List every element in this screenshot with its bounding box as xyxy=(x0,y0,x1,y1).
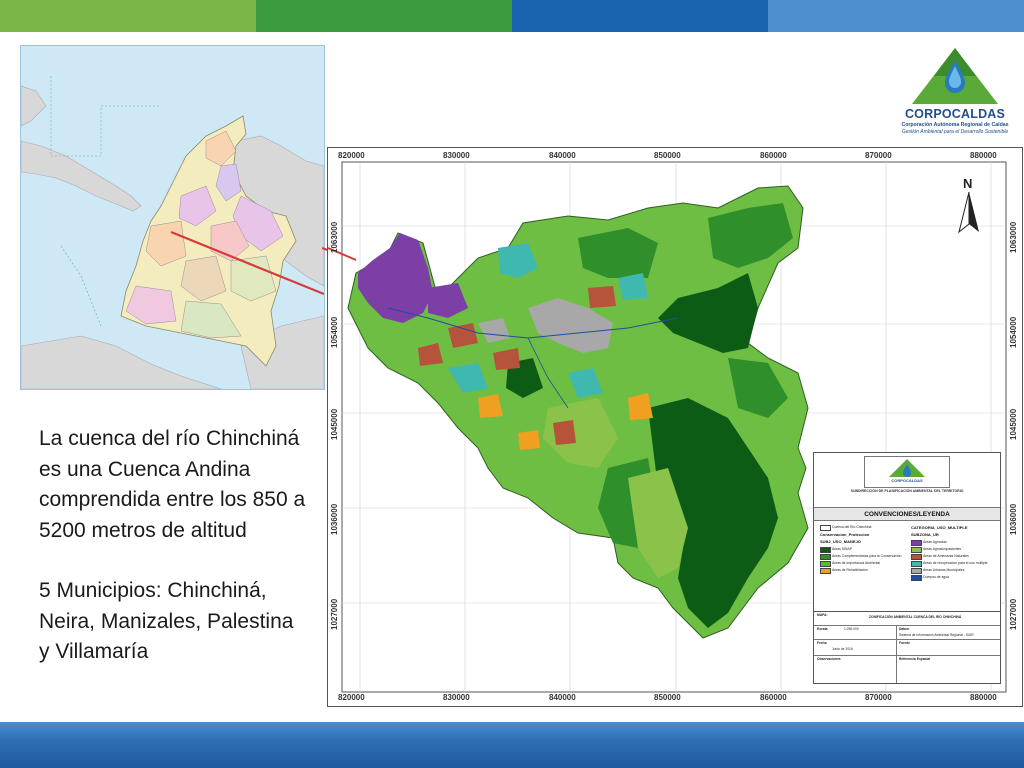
legend-right-item-swatch xyxy=(911,547,922,553)
top-bar-segment-2 xyxy=(256,0,512,32)
y-tick-left-2: 1054000 xyxy=(330,316,339,348)
y-tick-left-1: 1063000 xyxy=(330,221,339,253)
locator-map-graphic xyxy=(21,46,324,389)
tb-divider xyxy=(896,625,897,683)
tb-line-3 xyxy=(814,655,1000,656)
tb-fecha-value: Junio de 2016 xyxy=(832,647,853,651)
legend-right-item-label: Áreas Agrícolas xyxy=(923,540,947,544)
tb-escala-label: Escala xyxy=(817,627,828,631)
top-bar-segment-4 xyxy=(768,0,1024,32)
legend-left-heading-2: SUB2_USO_MANEJO xyxy=(820,539,861,544)
legend-right-item-swatch xyxy=(911,554,922,560)
map-legend: CORPOCALDAS SUBDIRECCIÓN DE PLANIFICACIÓ… xyxy=(813,452,1001,684)
tb-mapa-value: ZONIFICACIÓN AMBIENTAL CUENCA DEL RÍO CH… xyxy=(869,615,962,619)
tb-mapa-label: MAPA: xyxy=(817,613,828,617)
x-tick-bottom-6: 870000 xyxy=(865,693,892,702)
x-tick-bottom-4: 850000 xyxy=(654,693,681,702)
x-tick-top-2: 830000 xyxy=(443,151,470,160)
tb-escala-value: 1:250.000 xyxy=(844,627,859,631)
top-color-bar xyxy=(0,0,1024,32)
legend-left-item-label: Áreas Complementarias para la Conservaci… xyxy=(832,554,902,558)
tb-fuente-label: Fuente xyxy=(899,641,910,645)
x-tick-top-6: 870000 xyxy=(865,151,892,160)
legend-right-item-label: Áreas Urbanas Municipales xyxy=(923,568,965,572)
bottom-color-bar xyxy=(0,722,1024,768)
y-tick-right-3: 1045000 xyxy=(1009,408,1018,440)
legend-right-item-swatch xyxy=(911,575,922,581)
x-tick-bottom-7: 880000 xyxy=(970,693,997,702)
tb-datum-value: Sistema de Información Ambiental Regiona… xyxy=(899,633,974,637)
legend-right-item-label: Áreas Agrosilvopastoriles xyxy=(923,547,962,551)
basin-description: La cuenca del río Chinchiná es una Cuenc… xyxy=(39,424,309,668)
legend-left-item-swatch xyxy=(820,554,831,560)
tb-line-1 xyxy=(814,625,1000,626)
x-tick-top-3: 840000 xyxy=(549,151,576,160)
corpocaldas-logo: CORPOCALDAS Corporación Autónoma Regiona… xyxy=(898,44,1012,140)
north-arrow-icon xyxy=(958,192,979,234)
logo-name: CORPOCALDAS xyxy=(904,107,1006,121)
x-tick-bottom-1: 820000 xyxy=(338,693,365,702)
legend-right-item-label: Cuerpos de agua xyxy=(923,575,950,579)
y-tick-left-5: 1027000 xyxy=(330,598,339,630)
legend-right-heading-2: SUBZONA_UR xyxy=(911,532,939,537)
legend-logo-text: CORPOCALDAS xyxy=(891,478,923,483)
legend-logo-icon xyxy=(889,459,925,477)
legend-boundary-label: Cuenca del Río Chinchiná xyxy=(832,525,872,529)
legend-left-item-label: Áreas de Rehabilitación xyxy=(832,568,868,572)
top-bar-segment-3 xyxy=(512,0,768,32)
legend-right-item-swatch xyxy=(911,568,922,574)
x-tick-top-7: 880000 xyxy=(970,151,997,160)
legend-left-item-label: Áreas de Importancia Ambiental xyxy=(832,561,881,565)
y-tick-left-4: 1036000 xyxy=(330,503,339,535)
legend-right-heading-1: CATEGORIA_USO_MULTIPLE xyxy=(911,525,968,530)
x-tick-top-4: 850000 xyxy=(654,151,681,160)
logo-mountain-drop-icon xyxy=(912,48,998,104)
x-tick-top-1: 820000 xyxy=(338,151,365,160)
y-tick-right-1: 1063000 xyxy=(1009,221,1018,253)
y-tick-left-3: 1045000 xyxy=(330,408,339,440)
logo-tagline: Gestión Ambiental para el Desarrollo Sos… xyxy=(901,129,1009,135)
x-tick-bottom-2: 830000 xyxy=(443,693,470,702)
x-tick-bottom-5: 860000 xyxy=(760,693,787,702)
legend-title: CONVENCIONES/LEYENDA xyxy=(864,511,950,518)
top-bar-segment-1 xyxy=(0,0,256,32)
logo-subtitle: Corporación Autónoma Regional de Caldas xyxy=(901,122,1009,128)
basin-altitude-text: La cuenca del río Chinchiná es una Cuenc… xyxy=(39,427,306,542)
y-tick-right-4: 1036000 xyxy=(1009,503,1018,535)
tb-fecha-label: Fecha xyxy=(817,641,827,645)
x-tick-top-5: 860000 xyxy=(760,151,787,160)
y-tick-right-2: 1054000 xyxy=(1009,316,1018,348)
tb-referencia-label: Referencia Espacial xyxy=(899,657,931,661)
tb-observaciones-label: Observaciones xyxy=(817,657,841,661)
legend-right-item-swatch xyxy=(911,561,922,567)
legend-right-item-swatch xyxy=(911,540,922,546)
legend-left-item-swatch xyxy=(820,568,831,574)
legend-subheading: SUBDIRECCIÓN DE PLANIFICACIÓN AMBIENTAL … xyxy=(850,489,964,493)
north-arrow: N xyxy=(957,176,981,236)
tb-datum-label: Datum xyxy=(899,627,910,631)
legend-right-item-label: Áreas de recuperación para el uso múltip… xyxy=(923,561,988,565)
north-label: N xyxy=(963,176,973,191)
tb-line-2 xyxy=(814,639,1000,640)
legend-boundary-swatch xyxy=(820,525,831,531)
locator-map-colombia xyxy=(20,45,325,390)
legend-logo: CORPOCALDAS xyxy=(864,456,950,488)
legend-left-item-label: Áreas SINAP xyxy=(832,547,852,551)
x-tick-bottom-3: 840000 xyxy=(549,693,576,702)
municipalities-text: 5 Municipios: Chinchiná, Neira, Manizale… xyxy=(39,579,294,663)
legend-left-item-swatch xyxy=(820,561,831,567)
y-tick-right-5: 1027000 xyxy=(1009,598,1018,630)
legend-left-item-swatch xyxy=(820,547,831,553)
legend-right-item-label: Áreas de Amenazas Naturales xyxy=(923,554,969,558)
legend-left-heading-1: Conservacion_Proteccion xyxy=(820,532,870,537)
